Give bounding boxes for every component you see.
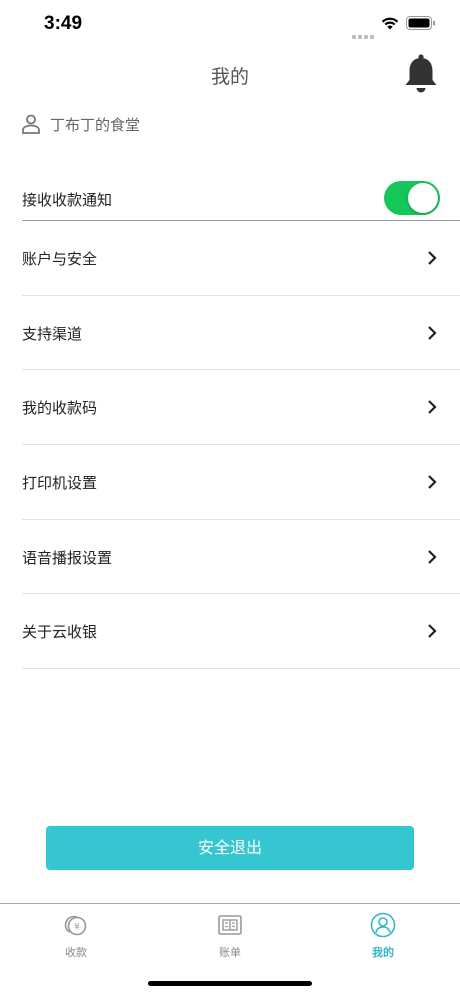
- tab-label: 账单: [219, 946, 241, 959]
- menu-item-label: 我的收款码: [22, 399, 98, 418]
- menu-item-label: 语音播报设置: [22, 548, 113, 567]
- wifi-icon: [381, 17, 399, 30]
- tab-collect[interactable]: ¥ 收款: [36, 912, 116, 964]
- menu-item-about[interactable]: 关于云收银: [22, 594, 460, 670]
- status-time: 3:49: [44, 13, 83, 34]
- menu-item-account-security[interactable]: 账户与安全: [22, 221, 460, 296]
- menu-item-label: 支持渠道: [22, 324, 83, 343]
- menu-item-my-payment-code[interactable]: 我的收款码: [22, 370, 460, 446]
- toggle-knob: [408, 183, 438, 213]
- cellular-signal-icon: [352, 24, 378, 39]
- chevron-right-icon: [428, 475, 437, 489]
- svg-text:¥: ¥: [74, 923, 80, 933]
- notify-setting-row: 接收收款通知: [22, 178, 460, 221]
- chevron-right-icon: [428, 251, 437, 265]
- menu-item-label: 账户与安全: [22, 250, 98, 268]
- store-name: 丁布丁的食堂: [50, 115, 141, 134]
- chevron-right-icon: [428, 325, 437, 340]
- chevron-right-icon: [428, 624, 437, 639]
- menu-item-label: 打印机设置: [22, 474, 98, 493]
- tab-label: 收款: [65, 946, 87, 959]
- logout-button[interactable]: 安全退出: [46, 826, 414, 870]
- menu-item-label: 关于云收银: [22, 623, 98, 642]
- tab-label: 我的: [372, 946, 394, 959]
- chevron-right-icon: [428, 400, 437, 415]
- profile-icon: [370, 912, 396, 938]
- battery-icon: [406, 16, 435, 30]
- bill-icon: [218, 915, 242, 935]
- settings-menu: 账户与安全 支持渠道 我的收款码 打印机设置 语音播报设置 关于云收银: [22, 221, 460, 670]
- tab-profile[interactable]: 我的: [343, 912, 423, 964]
- status-bar: 3:49: [0, 0, 460, 50]
- user-icon: [22, 114, 40, 134]
- menu-item-voice-settings[interactable]: 语音播报设置: [22, 520, 460, 595]
- chevron-right-icon: [428, 549, 437, 564]
- home-indicator[interactable]: [148, 981, 312, 986]
- store-info: 丁布丁的食堂: [22, 110, 140, 138]
- bell-icon[interactable]: [403, 53, 439, 95]
- page-title: 我的: [210, 66, 249, 88]
- coin-icon: ¥: [64, 915, 87, 936]
- notify-label: 接收收款通知: [22, 191, 113, 209]
- menu-item-printer-settings[interactable]: 打印机设置: [22, 445, 460, 520]
- menu-item-support-channels[interactable]: 支持渠道: [22, 296, 460, 371]
- tab-bills[interactable]: 账单: [190, 912, 270, 964]
- notify-toggle[interactable]: [384, 181, 440, 215]
